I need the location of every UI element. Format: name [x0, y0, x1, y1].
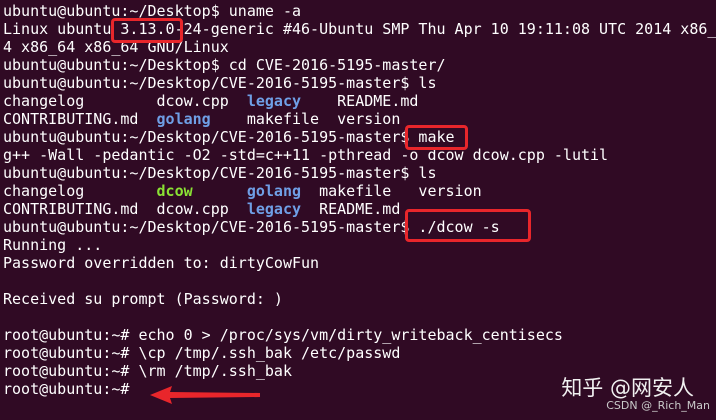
- terminal-text: changelog: [3, 182, 157, 200]
- terminal-line: g++ -Wall -pedantic -O2 -std=c++11 -pthr…: [3, 146, 608, 164]
- terminal-line: Linux ubuntu 3.13.0-24-generic #46-Ubunt…: [3, 20, 716, 38]
- kernel-version-highlight: [111, 18, 183, 43]
- terminal-line: CONTRIBUTING.md dcow.cpp legacy README.m…: [3, 200, 400, 218]
- terminal-text: Linux ubuntu 3.13.0-24-generic #46-Ubunt…: [3, 20, 716, 38]
- directory-name: dcow: [156, 182, 193, 200]
- terminal-text: root@ubuntu:~# \cp /tmp/.ssh_bak /etc/pa…: [3, 344, 401, 362]
- terminal-text: g++ -Wall -pedantic -O2 -std=c++11 -pthr…: [3, 146, 609, 164]
- terminal-line: Password overridden to: dirtyCowFun: [3, 254, 319, 272]
- terminal-text: makefile version: [210, 110, 401, 128]
- terminal-text: Received su prompt (Password: ): [3, 290, 283, 308]
- terminal-line: root@ubuntu:~# \cp /tmp/.ssh_bak /etc/pa…: [3, 344, 400, 362]
- dcow-command-highlight: [405, 209, 531, 242]
- terminal-line: changelog dcow golang makefile version: [3, 182, 482, 200]
- directory-name: golang: [246, 182, 302, 200]
- terminal-text: CONTRIBUTING.md dcow.cpp: [3, 200, 247, 218]
- terminal-line: root@ubuntu:~# echo 0 > /proc/sys/vm/dir…: [3, 326, 563, 344]
- terminal-line: CONTRIBUTING.md golang makefile version: [3, 110, 400, 128]
- terminal-line: changelog dcow.cpp legacy README.md: [3, 92, 418, 110]
- terminal-text: CONTRIBUTING.md: [3, 110, 157, 128]
- terminal-line: ubuntu@ubuntu:~/Desktop/CVE-2016-5195-ma…: [3, 74, 436, 92]
- terminal-window[interactable]: ubuntu@ubuntu:~/Desktop$ uname -a Linux u…: [0, 0, 716, 420]
- terminal-line: root@ubuntu:~#: [3, 380, 129, 398]
- directory-name: legacy: [246, 92, 302, 110]
- terminal-text: root@ubuntu:~# echo 0 > /proc/sys/vm/dir…: [3, 326, 563, 344]
- terminal-text: Running ...: [3, 236, 103, 254]
- terminal-text: ubuntu@ubuntu:~/Desktop$ cd CVE-2016-519…: [3, 56, 446, 74]
- terminal-text: README.md: [301, 200, 401, 218]
- terminal-line: Received su prompt (Password: ): [3, 290, 283, 308]
- terminal-text: root@ubuntu:~#: [3, 380, 130, 398]
- terminal-text: ubuntu@ubuntu:~/Desktop/CVE-2016-5195-ma…: [3, 128, 455, 146]
- make-command-highlight: [405, 125, 468, 150]
- directory-name: legacy: [246, 200, 302, 218]
- watermark: 知乎 @网安人: [561, 376, 694, 400]
- terminal-text: changelog dcow.cpp: [3, 92, 247, 110]
- watermark-sub: CSDN @_Rich_Man: [606, 399, 710, 412]
- terminal-text: ubuntu@ubuntu:~/Desktop/CVE-2016-5195-ma…: [3, 164, 437, 182]
- terminal-line: ubuntu@ubuntu:~/Desktop$ cd CVE-2016-519…: [3, 56, 446, 74]
- terminal-text: ubuntu@ubuntu:~/Desktop/CVE-2016-5195-ma…: [3, 74, 437, 92]
- terminal-line: ubuntu@ubuntu:~/Desktop/CVE-2016-5195-ma…: [3, 164, 436, 182]
- terminal-text: README.md: [301, 92, 419, 110]
- terminal-line: ubuntu@ubuntu:~/Desktop/CVE-2016-5195-ma…: [3, 128, 455, 146]
- terminal-text: makefile version: [301, 182, 482, 200]
- terminal-line: root@ubuntu:~# \rm /tmp/.ssh_bak: [3, 362, 292, 380]
- directory-name: golang: [156, 110, 211, 128]
- terminal-text: Password overridden to: dirtyCowFun: [3, 254, 320, 272]
- terminal-text: root@ubuntu:~# \rm /tmp/.ssh_bak: [3, 362, 292, 380]
- terminal-line: Running ...: [3, 236, 102, 254]
- arrow-left-icon: [150, 386, 260, 404]
